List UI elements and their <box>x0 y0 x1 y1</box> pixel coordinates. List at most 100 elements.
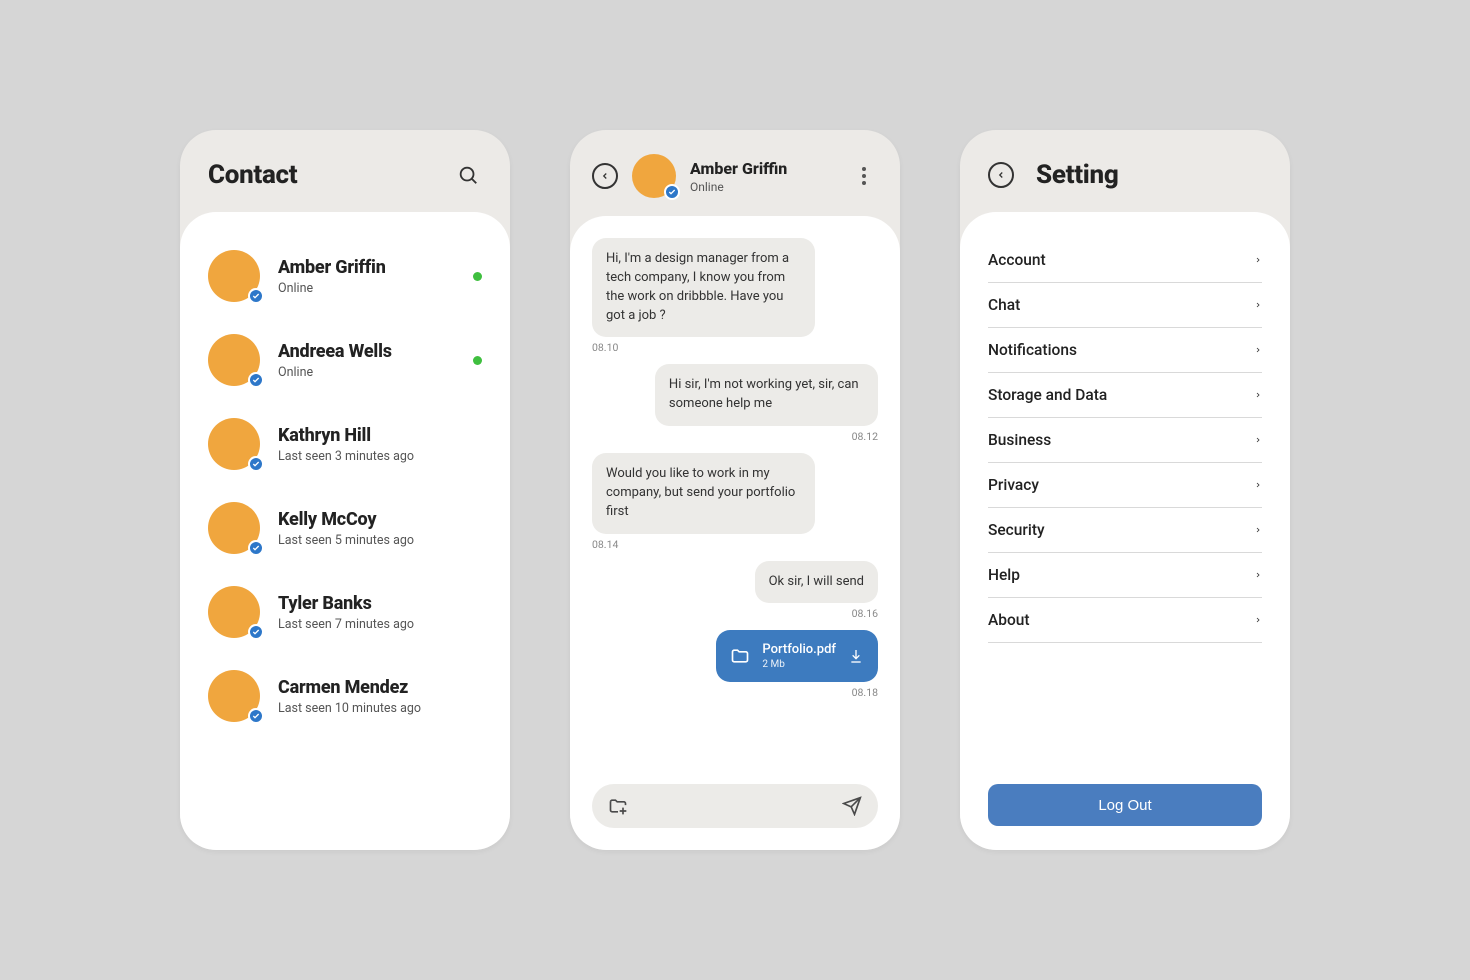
contact-screen: Contact Amber Griffin Online Andreea Wel… <box>180 130 510 850</box>
setting-label: Notifications <box>988 341 1077 359</box>
more-dot-icon <box>862 167 866 171</box>
setting-label: Account <box>988 251 1046 269</box>
chat-screen: Amber Griffin Online Hi, I'm a design ma… <box>570 130 900 850</box>
contact-status: Last seen 3 minutes ago <box>278 449 482 464</box>
contact-status: Last seen 5 minutes ago <box>278 533 482 548</box>
setting-item[interactable]: About <box>988 598 1262 643</box>
chevron-right-icon <box>1254 434 1262 446</box>
setting-item[interactable]: Notifications <box>988 328 1262 373</box>
attachment-bubble[interactable]: Portfolio.pdf 2 Mb <box>716 630 878 682</box>
settings-header: Setting <box>960 130 1290 212</box>
setting-item[interactable]: Business <box>988 418 1262 463</box>
verified-icon <box>248 372 264 388</box>
setting-item[interactable]: Storage and Data <box>988 373 1262 418</box>
avatar <box>208 586 260 638</box>
folder-icon <box>730 646 750 666</box>
more-dot-icon <box>862 181 866 185</box>
contact-name: Amber Griffin <box>278 257 455 278</box>
chevron-right-icon <box>1254 344 1262 356</box>
send-icon[interactable] <box>842 796 862 816</box>
message-time: 08.16 <box>852 607 878 620</box>
message-composer[interactable] <box>592 784 878 828</box>
setting-label: About <box>988 611 1030 629</box>
back-button[interactable] <box>988 162 1014 188</box>
message-row: Would you like to work in my company, bu… <box>592 453 878 551</box>
chevron-left-icon <box>996 170 1006 180</box>
logout-button[interactable]: Log Out <box>988 784 1262 826</box>
verified-icon <box>664 184 680 200</box>
attachment-size: 2 Mb <box>762 659 836 670</box>
setting-label: Business <box>988 431 1051 449</box>
chat-avatar[interactable] <box>632 154 676 198</box>
setting-label: Storage and Data <box>988 386 1107 404</box>
chevron-right-icon <box>1254 479 1262 491</box>
chevron-right-icon <box>1254 569 1262 581</box>
contact-status: Last seen 7 minutes ago <box>278 617 482 632</box>
message-time: 08.10 <box>592 341 618 354</box>
chevron-right-icon <box>1254 254 1262 266</box>
chat-body: Hi, I'm a design manager from a tech com… <box>570 216 900 850</box>
contact-item[interactable]: Tyler Banks Last seen 7 minutes ago <box>208 570 482 654</box>
contact-status: Last seen 10 minutes ago <box>278 701 482 716</box>
chevron-left-icon <box>600 171 610 181</box>
contact-name: Kathryn Hill <box>278 425 482 446</box>
setting-label: Security <box>988 521 1045 539</box>
message-time: 08.18 <box>852 686 878 699</box>
contact-header: Contact <box>180 130 510 212</box>
avatar <box>208 418 260 470</box>
contact-item[interactable]: Kathryn Hill Last seen 3 minutes ago <box>208 402 482 486</box>
message-bubble[interactable]: Hi sir, I'm not working yet, sir, can so… <box>655 364 878 426</box>
message-list: Hi, I'm a design manager from a tech com… <box>592 232 878 770</box>
contact-title: Contact <box>208 160 440 190</box>
search-button[interactable] <box>454 161 482 189</box>
chevron-right-icon <box>1254 389 1262 401</box>
contact-name: Tyler Banks <box>278 593 482 614</box>
online-indicator <box>473 356 482 365</box>
contact-text: Amber Griffin Online <box>278 257 455 296</box>
setting-item[interactable]: Account <box>988 238 1262 283</box>
setting-item[interactable]: Privacy <box>988 463 1262 508</box>
contact-text: Tyler Banks Last seen 7 minutes ago <box>278 593 482 632</box>
contact-item[interactable]: Carmen Mendez Last seen 10 minutes ago <box>208 654 482 738</box>
message-row: Hi sir, I'm not working yet, sir, can so… <box>592 364 878 443</box>
settings-body: Account Chat Notifications Storage and D… <box>960 212 1290 850</box>
attachment-filename: Portfolio.pdf <box>762 642 836 657</box>
verified-icon <box>248 288 264 304</box>
download-icon[interactable] <box>848 648 864 664</box>
message-time: 08.12 <box>852 430 878 443</box>
setting-item[interactable]: Security <box>988 508 1262 553</box>
attach-folder-icon[interactable] <box>608 796 628 816</box>
verified-icon <box>248 708 264 724</box>
settings-list: Account Chat Notifications Storage and D… <box>988 232 1262 643</box>
more-button[interactable] <box>850 162 878 190</box>
contact-status: Online <box>278 365 455 380</box>
contact-item[interactable]: Andreea Wells Online <box>208 318 482 402</box>
setting-label: Chat <box>988 296 1020 314</box>
setting-item[interactable]: Help <box>988 553 1262 598</box>
chat-header: Amber Griffin Online <box>570 130 900 216</box>
attachment-row: Portfolio.pdf 2 Mb 08.18 <box>592 630 878 699</box>
search-icon <box>457 164 479 186</box>
chevron-right-icon <box>1254 524 1262 536</box>
contact-item[interactable]: Kelly McCoy Last seen 5 minutes ago <box>208 486 482 570</box>
message-bubble[interactable]: Hi, I'm a design manager from a tech com… <box>592 238 815 337</box>
message-bubble[interactable]: Would you like to work in my company, bu… <box>592 453 815 534</box>
settings-title: Setting <box>1036 160 1262 190</box>
contact-text: Andreea Wells Online <box>278 341 455 380</box>
chat-peer-name: Amber Griffin <box>690 159 836 178</box>
setting-label: Help <box>988 566 1020 584</box>
attachment-text: Portfolio.pdf 2 Mb <box>762 642 836 670</box>
contact-item[interactable]: Amber Griffin Online <box>208 232 482 318</box>
message-bubble[interactable]: Ok sir, I will send <box>755 561 878 604</box>
setting-item[interactable]: Chat <box>988 283 1262 328</box>
contact-body: Amber Griffin Online Andreea Wells Onlin… <box>180 212 510 850</box>
contact-text: Kathryn Hill Last seen 3 minutes ago <box>278 425 482 464</box>
back-button[interactable] <box>592 163 618 189</box>
chevron-right-icon <box>1254 299 1262 311</box>
contact-text: Kelly McCoy Last seen 5 minutes ago <box>278 509 482 548</box>
contact-status: Online <box>278 281 455 296</box>
avatar <box>208 250 260 302</box>
avatar <box>208 502 260 554</box>
contact-name: Carmen Mendez <box>278 677 482 698</box>
message-row: Ok sir, I will send 08.16 <box>592 561 878 621</box>
